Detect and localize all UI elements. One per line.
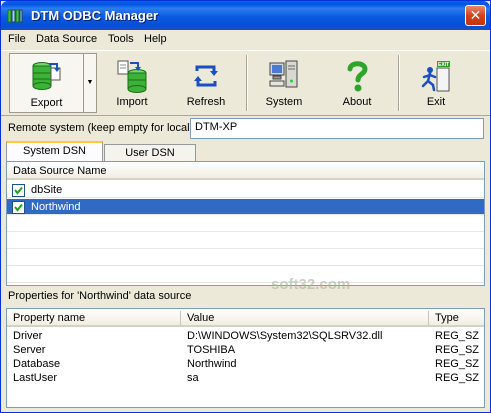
refresh-label: Refresh bbox=[186, 96, 226, 108]
toolbar: Export ▼ Import Refresh System About EXI… bbox=[1, 50, 490, 116]
property-name: LastUser bbox=[13, 372, 58, 384]
column-property-name[interactable]: Property name bbox=[13, 312, 85, 324]
property-type: REG_SZ bbox=[435, 344, 480, 356]
exit-badge-text: EXIT bbox=[438, 62, 449, 68]
title-bar[interactable]: DTM ODBC Manager ✕ bbox=[1, 1, 490, 30]
exit-icon: EXIT bbox=[421, 61, 450, 92]
import-icon bbox=[117, 60, 147, 93]
odbc-app-icon bbox=[7, 9, 23, 23]
export-icon bbox=[32, 62, 60, 90]
property-type: REG_SZ bbox=[435, 358, 480, 370]
data-source-name-header-label: Data Source Name bbox=[13, 165, 107, 177]
toolbar-separator-2 bbox=[398, 55, 400, 111]
refresh-icon bbox=[194, 65, 218, 87]
table-row[interactable]: Server TOSHIBA REG_SZ bbox=[7, 344, 484, 356]
property-value: D:\WINDOWS\System32\SQLSRV32.dll bbox=[187, 330, 383, 342]
data-source-list[interactable]: Data Source Name dbSite Northwind bbox=[6, 161, 485, 286]
import-label: Import bbox=[116, 96, 148, 108]
empty-list-row bbox=[7, 233, 484, 249]
watermark: soft32.com bbox=[271, 276, 351, 293]
empty-list-row bbox=[7, 216, 484, 232]
property-name: Database bbox=[13, 358, 61, 370]
table-row[interactable]: Driver D:\WINDOWS\System32\SQLSRV32.dll … bbox=[7, 330, 484, 342]
system-button[interactable]: System bbox=[259, 53, 309, 113]
dsn-name: dbSite bbox=[31, 184, 63, 196]
menu-file[interactable]: File bbox=[8, 33, 26, 45]
properties-table[interactable]: Property name Value Type Driver D:\WINDO… bbox=[6, 308, 485, 408]
question-mark-icon bbox=[347, 61, 368, 92]
list-item[interactable]: dbSite bbox=[7, 182, 484, 198]
refresh-button[interactable]: Refresh bbox=[181, 53, 231, 113]
data-source-name-header[interactable]: Data Source Name bbox=[7, 162, 484, 180]
menu-bar: File Data Source Tools Help bbox=[1, 30, 490, 49]
checkmark-icon bbox=[14, 203, 23, 212]
remote-system-label: Remote system (keep empty for local) bbox=[8, 122, 194, 134]
close-button[interactable]: ✕ bbox=[465, 5, 486, 26]
column-divider[interactable] bbox=[180, 311, 181, 325]
remote-system-input[interactable]: DTM-XP bbox=[190, 118, 484, 139]
tab-user-dsn[interactable]: User DSN bbox=[104, 144, 196, 161]
property-value: sa bbox=[187, 372, 199, 384]
export-label: Export bbox=[30, 97, 63, 109]
table-row[interactable]: LastUser sa REG_SZ bbox=[7, 372, 484, 384]
dropdown-arrow-icon: ▼ bbox=[86, 79, 94, 86]
window-title: DTM ODBC Manager bbox=[31, 8, 159, 23]
column-type[interactable]: Type bbox=[435, 312, 459, 324]
property-name: Driver bbox=[13, 330, 43, 342]
property-name: Server bbox=[13, 344, 46, 356]
tab-system-dsn[interactable]: System DSN bbox=[6, 141, 103, 161]
property-value: TOSHIBA bbox=[187, 344, 236, 356]
system-label: System bbox=[265, 96, 303, 108]
computer-icon bbox=[269, 60, 298, 88]
properties-label: Properties for 'Northwind' data source bbox=[8, 290, 192, 302]
export-button[interactable]: Export bbox=[9, 53, 83, 113]
menu-data-source[interactable]: Data Source bbox=[36, 33, 97, 45]
property-value: Northwind bbox=[187, 358, 237, 370]
properties-header: Property name Value Type bbox=[7, 309, 484, 327]
list-item-selected[interactable]: Northwind bbox=[7, 199, 484, 215]
menu-help[interactable]: Help bbox=[144, 33, 167, 45]
about-label: About bbox=[342, 96, 372, 108]
column-divider[interactable] bbox=[428, 311, 429, 325]
close-icon: ✕ bbox=[469, 7, 482, 23]
exit-label: Exit bbox=[426, 96, 446, 108]
about-button[interactable]: About bbox=[332, 53, 382, 113]
import-button[interactable]: Import bbox=[107, 53, 157, 113]
dsn-checkbox[interactable] bbox=[12, 184, 25, 197]
empty-list-row bbox=[7, 267, 484, 283]
table-row[interactable]: Database Northwind REG_SZ bbox=[7, 358, 484, 370]
dsn-checkbox[interactable] bbox=[12, 201, 25, 214]
dsn-name: Northwind bbox=[31, 201, 81, 213]
menu-tools[interactable]: Tools bbox=[108, 33, 134, 45]
exit-button[interactable]: EXIT Exit bbox=[411, 53, 461, 113]
checkmark-icon bbox=[14, 186, 23, 195]
property-type: REG_SZ bbox=[435, 330, 480, 342]
column-value[interactable]: Value bbox=[187, 312, 214, 324]
empty-list-row bbox=[7, 250, 484, 266]
toolbar-separator bbox=[246, 55, 248, 111]
app-window: DTM ODBC Manager ✕ File Data Source Tool… bbox=[0, 0, 491, 413]
property-type: REG_SZ bbox=[435, 372, 480, 384]
export-dropdown-button[interactable]: ▼ bbox=[83, 53, 97, 113]
